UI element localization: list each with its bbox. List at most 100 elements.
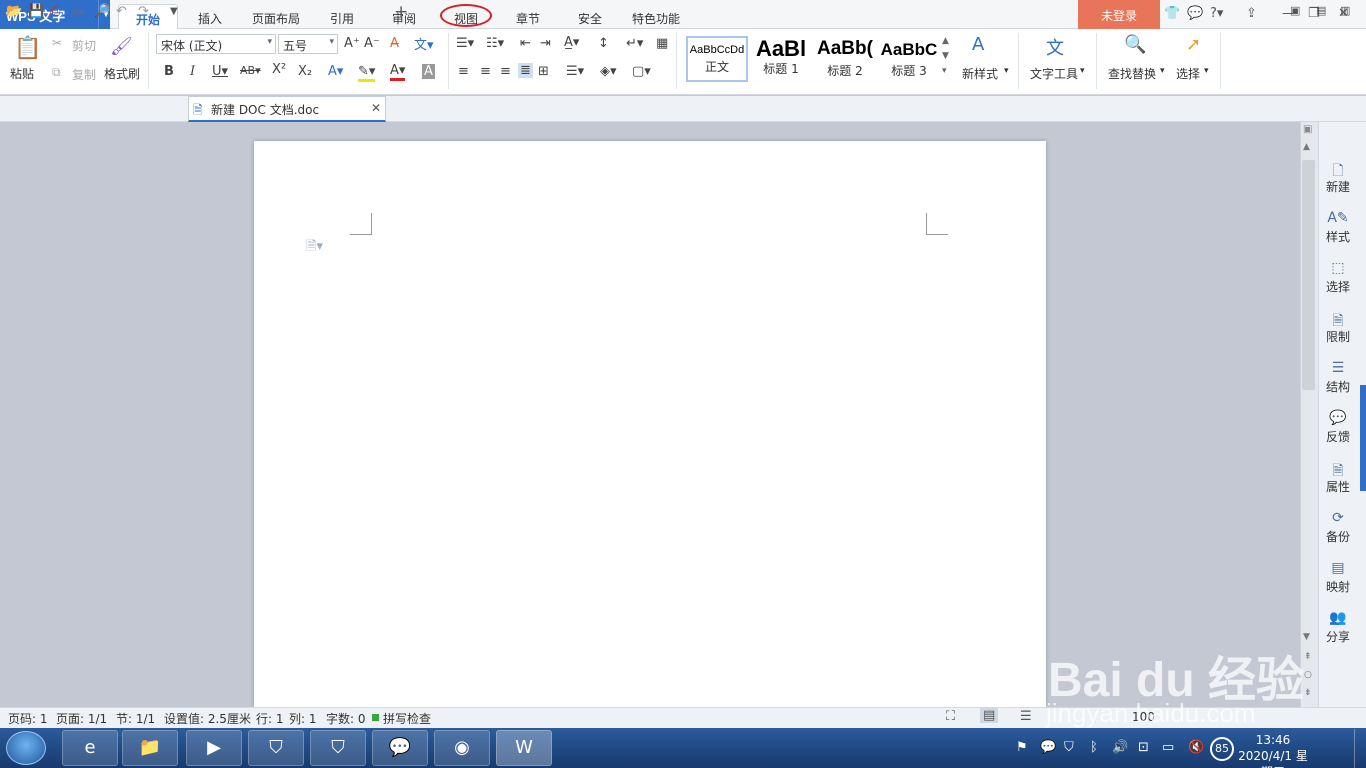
show-desktop-button[interactable] — [1354, 729, 1366, 768]
panel-structure[interactable]: ☰ 结构 — [1318, 360, 1358, 395]
status-pages[interactable]: 页面: 1/1 — [56, 710, 107, 727]
format-painter-button[interactable]: 格式刷 — [104, 65, 140, 82]
tray-volume-icon[interactable]: 🔊 — [1112, 740, 1128, 755]
start-button[interactable] — [6, 731, 46, 765]
format-painter-icon[interactable]: 🖌 — [110, 36, 133, 57]
select-button[interactable]: 选择 — [1176, 65, 1200, 82]
panel-properties[interactable]: 🗎 属性 — [1318, 460, 1358, 495]
export-pdf-icon[interactable]: ⎙ — [50, 4, 60, 19]
font-color-icon[interactable]: A▾ — [390, 63, 406, 81]
chrome-icon[interactable]: ◉ — [434, 730, 490, 766]
system-clock[interactable]: 13:46 2020/4/1 星期三 — [1238, 732, 1308, 768]
tray-mute-icon[interactable]: 🔇 — [1188, 740, 1204, 755]
text-tools-icon[interactable]: 文 — [1046, 34, 1064, 60]
tab-insert[interactable]: 插入 — [184, 4, 236, 29]
subscript-icon[interactable]: X₂ — [298, 64, 312, 79]
strikethrough-icon[interactable]: AB▾ — [240, 64, 261, 77]
chevron-down-icon[interactable]: ▾ — [1160, 66, 1165, 76]
phonetic-icon[interactable]: 文▾ — [414, 34, 434, 53]
media-player-icon[interactable]: ▶ — [186, 730, 242, 766]
help-icon[interactable]: ?▾ — [1210, 6, 1223, 21]
status-section[interactable]: 节: 1/1 — [116, 710, 155, 727]
panel-select[interactable]: ⬚ 选择 — [1318, 260, 1358, 295]
tab-security[interactable]: 安全 — [564, 4, 616, 29]
paste-button[interactable]: 粘贴 — [10, 65, 34, 82]
superscript-icon[interactable]: X² — [272, 62, 286, 77]
char-shading-icon[interactable]: A — [422, 64, 435, 79]
scroll-up-icon[interactable]: ▲ — [1303, 142, 1310, 152]
panel-restrict[interactable]: 🗎 限制 — [1318, 310, 1358, 345]
sort-icon[interactable]: ↕ — [598, 36, 609, 51]
font-name-select[interactable]: 宋体 (正文) — [156, 34, 276, 54]
increase-indent-icon[interactable]: ⇥ — [540, 36, 551, 51]
highlight-icon[interactable]: ✎▾ — [358, 64, 376, 82]
status-col[interactable]: 列: 1 — [289, 710, 317, 727]
panel-new[interactable]: 🗋 新建 — [1318, 160, 1358, 195]
decrease-indent-icon[interactable]: ⇤ — [520, 36, 531, 51]
borders-icon[interactable]: ▢▾ — [632, 64, 651, 79]
chevron-down-icon[interactable]: ▾ — [1004, 66, 1009, 76]
panel-share[interactable]: 👥 分享 — [1318, 610, 1358, 645]
tab-special-features[interactable]: 特色功能 — [624, 4, 688, 29]
panel-collapse-handle[interactable] — [1360, 385, 1366, 491]
wps-writer-taskbar-icon[interactable]: W — [496, 730, 552, 766]
copy-button[interactable]: 复制 — [72, 66, 96, 83]
tab-references[interactable]: 引用 — [316, 4, 368, 29]
outline-view-icon[interactable]: ☰ — [1020, 709, 1032, 724]
tab-page-layout[interactable]: 页面布局 — [244, 4, 308, 29]
scroll-down-icon[interactable]: ▼ — [1303, 632, 1310, 642]
justify-icon[interactable]: ≣ — [518, 63, 533, 78]
prev-page-icon[interactable]: ⇞ — [1304, 652, 1312, 662]
ie-icon[interactable]: e — [62, 730, 118, 766]
panel-styles[interactable]: A✎ 样式 — [1318, 210, 1358, 245]
chat-icon[interactable]: 💬 — [1187, 6, 1203, 21]
quick-access-dropdown-icon[interactable]: ▼ — [170, 6, 178, 17]
underline-icon[interactable]: U▾ — [212, 64, 228, 79]
chevron-down-icon[interactable]: ▾ — [1204, 66, 1209, 76]
find-replace-icon[interactable]: 🔍 — [1124, 34, 1146, 55]
paste-icon[interactable]: 📋 — [14, 36, 41, 61]
style-heading-2[interactable]: AaBb( 标题 2 — [814, 36, 876, 82]
print-preview-icon[interactable]: 🔎 — [94, 4, 110, 19]
align-center-icon[interactable]: ≡ — [480, 64, 491, 79]
full-screen-icon[interactable]: ⛶ — [946, 709, 955, 724]
panel-feedback[interactable]: 💬 反馈 — [1318, 410, 1358, 445]
wechat-icon[interactable]: 💬 — [372, 730, 428, 766]
distribute-icon[interactable]: ⊞ — [538, 64, 549, 79]
grow-font-icon[interactable]: A⁺ — [344, 36, 360, 51]
close-tab-icon[interactable]: ✕ — [371, 101, 381, 115]
style-normal[interactable]: AaBbCcDd 正文 — [686, 36, 748, 82]
cut-icon[interactable]: ✂ — [52, 36, 62, 50]
redo-icon[interactable]: ↷ — [138, 4, 149, 19]
find-replace-button[interactable]: 查找替换 — [1108, 65, 1156, 82]
document-tab[interactable]: 🗎 新建 DOC 文档.doc ✕ — [188, 96, 386, 122]
bold-icon[interactable]: B — [164, 64, 174, 79]
paragraph-mark-icon[interactable]: ↵▾ — [626, 36, 643, 51]
tray-flag-icon[interactable]: ⚑ — [1016, 740, 1028, 755]
text-tools-button[interactable]: 文字工具 — [1030, 65, 1078, 82]
tab-chapter[interactable]: 章节 — [502, 4, 554, 29]
text-direction-icon[interactable]: A̲▾ — [564, 35, 579, 50]
undo-icon[interactable]: ↶ — [116, 4, 127, 19]
paragraph-handle-icon[interactable]: 🗎▾ — [306, 237, 323, 259]
new-tab-icon[interactable]: + — [394, 2, 408, 22]
chevron-down-icon[interactable]: ▾ — [1080, 66, 1085, 76]
select-cursor-icon[interactable]: ➚ — [1186, 34, 1201, 55]
clear-format-icon[interactable]: A̶ — [390, 36, 399, 51]
numbering-icon[interactable]: ☷▾ — [486, 36, 504, 51]
tray-wechat-icon[interactable]: 💬 — [1040, 740, 1056, 755]
skin-icon[interactable]: 👕 — [1164, 6, 1180, 21]
style-heading-3[interactable]: AaBbC 标题 3 — [878, 36, 940, 82]
tray-performance-badge[interactable]: 85 — [1210, 737, 1234, 761]
print-icon[interactable]: 🖶 — [72, 4, 84, 26]
tray-bluetooth-icon[interactable]: ᛒ — [1090, 740, 1098, 755]
status-page-number[interactable]: 页码: 1 — [8, 710, 48, 727]
select-browse-icon[interactable]: ○ — [1304, 670, 1312, 680]
next-page-icon[interactable]: ⇟ — [1304, 688, 1312, 698]
panel-backup[interactable]: ⟳ 备份 — [1318, 510, 1358, 545]
new-style-icon[interactable]: A — [972, 34, 984, 55]
security-app-icon[interactable]: ⛉ — [248, 730, 304, 766]
table-icon[interactable]: ▦ — [656, 36, 668, 51]
line-spacing-icon[interactable]: ☰▾ — [566, 64, 584, 79]
tab-view[interactable]: 视图 — [440, 4, 492, 27]
